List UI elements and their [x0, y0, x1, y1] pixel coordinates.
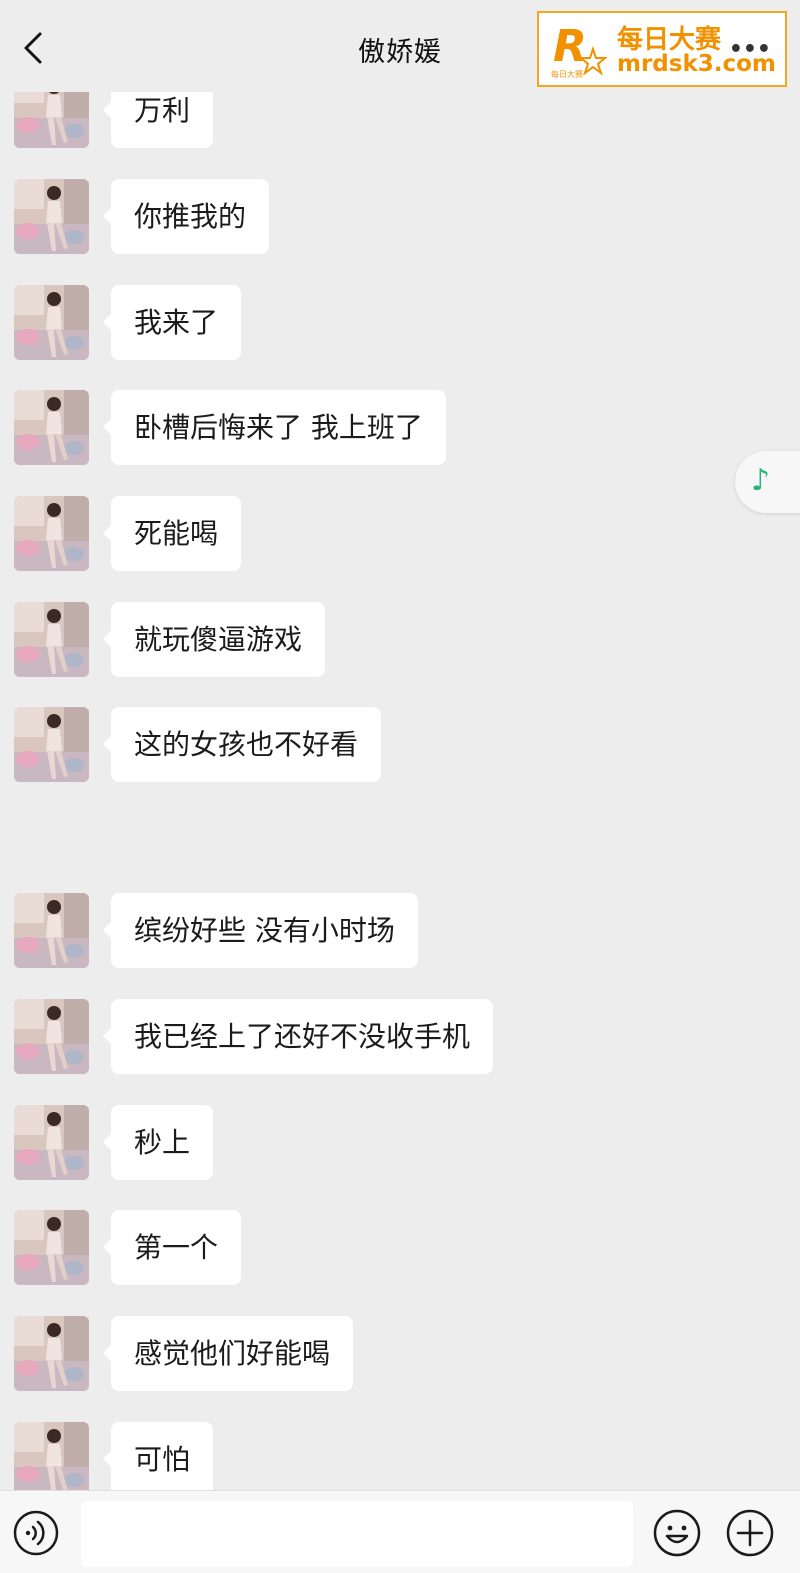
more-functions-button[interactable]: [725, 1508, 775, 1558]
message-bubble[interactable]: 死能喝: [102, 496, 242, 571]
contact-avatar[interactable]: [14, 602, 89, 677]
logo-small-text: 每日大赛: [551, 69, 583, 79]
smiley-icon: [652, 1509, 702, 1562]
message-bubble[interactable]: 第一个: [102, 1210, 242, 1285]
message-input-bar: [0, 1490, 800, 1573]
contact-avatar[interactable]: [14, 390, 89, 465]
contact-avatar[interactable]: [14, 999, 89, 1074]
message-bubble[interactable]: 这的女孩也不好看: [102, 707, 382, 782]
watermark-banner: R 每日大赛 每日大赛 mrdsk3.com •••: [537, 11, 787, 87]
contact-avatar[interactable]: [14, 893, 89, 968]
message-text-field[interactable]: [81, 1501, 633, 1567]
logo-letter: R: [553, 21, 587, 72]
chat-message-list[interactable]: 万利 你推我的 我来了 卧槽后悔来了 我上班了 死能喝 就玩傻逼游戏 这的女孩也…: [0, 0, 800, 1490]
music-note-icon: ♪: [751, 463, 771, 498]
message-bubble[interactable]: 我已经上了还好不没收手机: [102, 999, 494, 1074]
message-bubble[interactable]: 卧槽后悔来了 我上班了: [103, 390, 446, 465]
message-bubble[interactable]: 缤纷好些 没有小时场: [103, 893, 418, 968]
contact-avatar[interactable]: [14, 1210, 89, 1285]
message-bubble[interactable]: 我来了: [102, 285, 242, 360]
floating-music-button[interactable]: ♪: [735, 451, 800, 513]
contact-avatar[interactable]: [14, 496, 89, 571]
message-bubble[interactable]: 你推我的: [102, 179, 270, 254]
contact-avatar[interactable]: [14, 1422, 89, 1490]
emoji-button[interactable]: [652, 1508, 702, 1558]
message-bubble[interactable]: 就玩傻逼游戏: [102, 602, 326, 677]
plus-icon: [725, 1509, 775, 1562]
voice-icon: [12, 1510, 60, 1561]
contact-avatar[interactable]: [14, 285, 89, 360]
message-bubble[interactable]: 秒上: [102, 1105, 214, 1180]
contact-avatar[interactable]: [14, 179, 89, 254]
message-bubble[interactable]: 可怕: [102, 1422, 214, 1490]
voice-input-button[interactable]: [12, 1509, 60, 1557]
contact-avatar[interactable]: [14, 707, 89, 782]
contact-avatar[interactable]: [14, 1316, 89, 1391]
contact-avatar[interactable]: [14, 1105, 89, 1180]
message-bubble[interactable]: 感觉他们好能喝: [102, 1316, 354, 1391]
watermark-logo: R 每日大赛: [549, 19, 609, 81]
watermark-dots: •••: [728, 37, 771, 62]
